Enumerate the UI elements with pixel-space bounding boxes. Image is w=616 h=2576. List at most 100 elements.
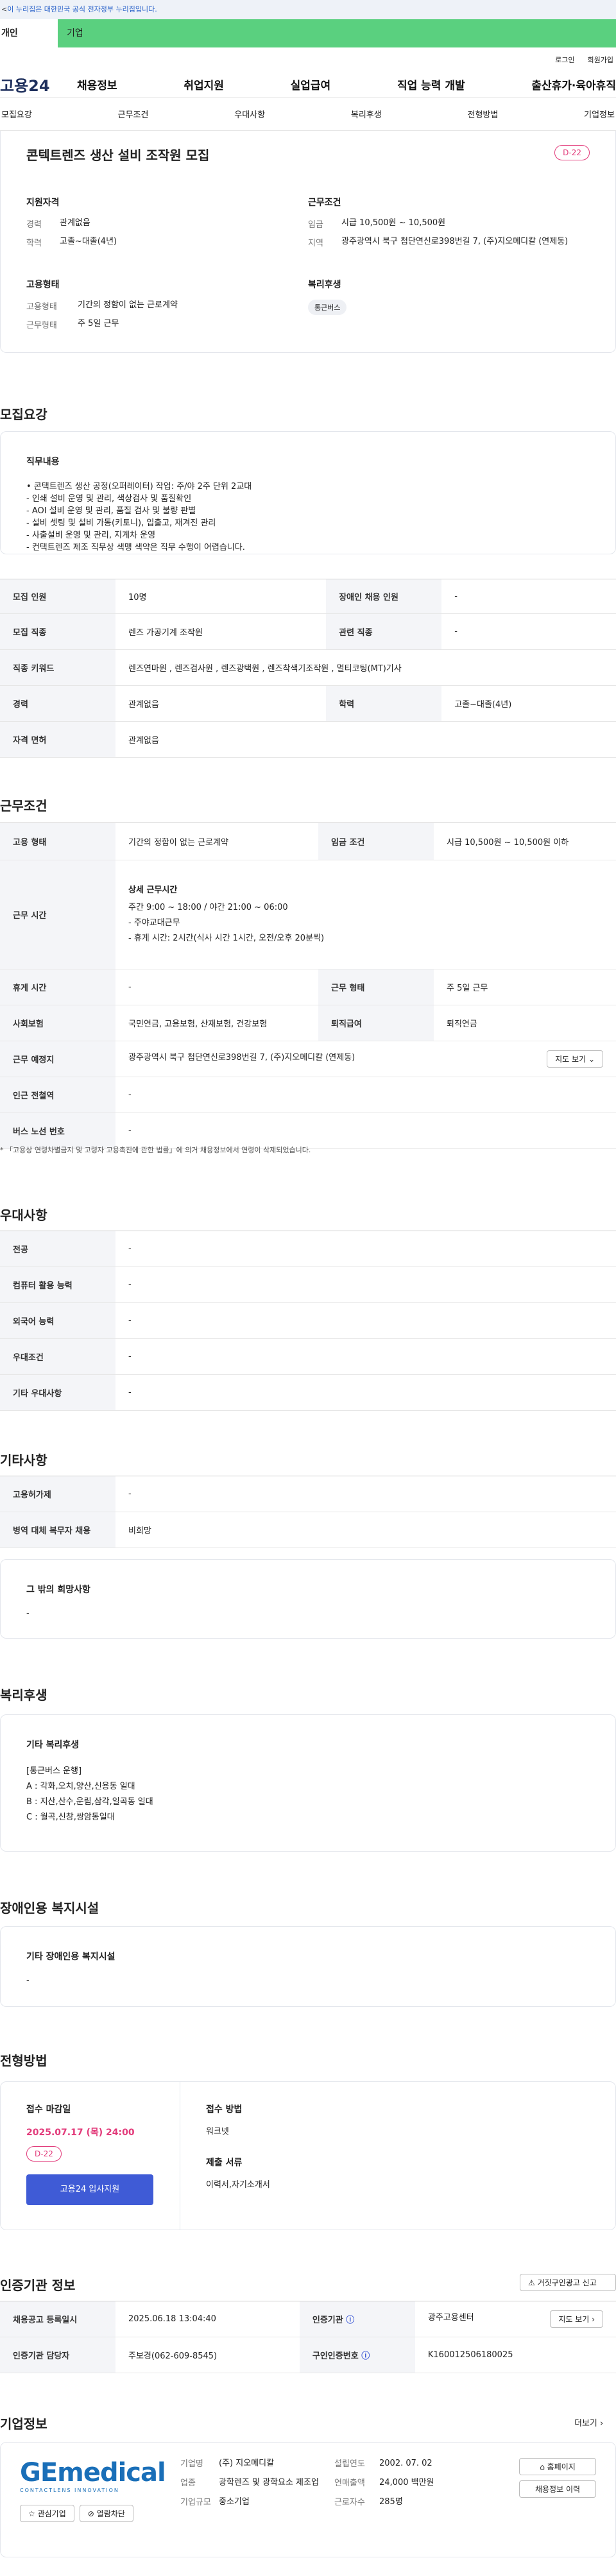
emp-title: 고용형태: [26, 280, 60, 290]
block-label: 열람차단: [96, 2509, 125, 2518]
cell-value: 2025.06.18 13:04:40: [116, 2301, 300, 2337]
cell-value: 렌즈 가공기계 조작원: [116, 613, 327, 650]
table-row: 전공 -: [0, 1231, 616, 1267]
cell-label: 근무 예정지: [0, 1041, 116, 1077]
cell-value: 기간의 정함이 없는 근로계약: [116, 823, 319, 860]
benefit-heading: 복리후생: [0, 1687, 47, 1703]
cell-value: 주보경(062-609-8545): [116, 2337, 300, 2373]
deadline-date: 2025.07.17 (목) 24:00: [26, 2128, 135, 2138]
list-item: A : 각화,오치,양산,신용동 일대: [26, 1782, 135, 1791]
gnb-jobs[interactable]: 채용정보: [77, 76, 117, 92]
company-info-col2: 설립연도 2002. 07. 02 연매출액 24,000 백만원 근로자수 285명: [334, 2458, 482, 2541]
work-table: 고용 형태 기간의 정함이 없는 근로계약 임금 조건 시급 10,500원 ~ 10…: [0, 823, 616, 1149]
label: 근무형태: [26, 321, 57, 330]
cell-value: -: [116, 1077, 616, 1113]
job-history-button[interactable]: 채용정보 이력: [519, 2480, 596, 2498]
duty-card: 직무내용 • 콘택트렌즈 생산 공정(오퍼레이터) 작업: 주/야 2주 단위 …: [0, 431, 616, 554]
company-heading: 기업정보: [0, 2416, 47, 2432]
gov-prefix: <: [1, 5, 8, 13]
cell-value: -: [116, 969, 319, 1005]
other-wish-value: -: [26, 1608, 30, 1618]
label: 업종: [180, 2478, 196, 2488]
cell-value: K160012506180025: [415, 2337, 616, 2373]
tab-personal[interactable]: 개인: [0, 19, 58, 47]
list-item: B : 지산,산수,운림,삼각,일곡동 일대: [26, 1797, 153, 1807]
disab-value: -: [26, 1975, 30, 1985]
signup-link[interactable]: 회원가입: [588, 55, 613, 65]
homepage-button[interactable]: ⌂ 홈페이지: [519, 2458, 596, 2475]
cell-label: 휴게 시간: [0, 969, 116, 1005]
cell-label: 컴퓨터 활용 능력: [0, 1267, 116, 1303]
gnb-unemployment-benefit[interactable]: 실업급여: [291, 76, 331, 92]
label: 설립연도: [334, 2459, 365, 2469]
hours-line: 주간 9:00 ~ 18:00 / 야간 21:00 ~ 06:00: [128, 903, 288, 912]
cell-label: 병역 대체 복무자 채용: [0, 1512, 116, 1548]
table-row: 근무 예정지 광주광역시 북구 첨단연신로398번길 7, (주)지오메디칼 (연…: [0, 1041, 616, 1077]
hours-title: 상세 근무시간: [128, 885, 178, 895]
value: 285명: [379, 2497, 403, 2507]
cell-value: -: [116, 1302, 616, 1339]
value: 기간의 정함이 없는 근로계약: [78, 300, 178, 310]
block-button[interactable]: ⊘ 열람차단: [79, 2505, 133, 2522]
cert-no-label: 구인인증번호 ⓘ: [299, 2337, 415, 2373]
table-row: 휴게 시간 - 근무 형태 주 5일 근무: [0, 969, 616, 1005]
label: 기업명: [180, 2459, 203, 2469]
qual-title: 지원자격: [26, 198, 60, 208]
list-item: C : 월곡,신창,쌍암동일대: [26, 1813, 115, 1822]
apply-button[interactable]: 고용24 입사지원: [26, 2174, 153, 2205]
cell-value: -: [441, 579, 616, 614]
hours-line: - 휴게 시간: 2시간(식사 시간 1시간, 오전/오후 20분씩): [128, 934, 325, 943]
method-block: 접수 방법 워크넷 제출 서류 이력서,자기소개서: [180, 2082, 296, 2230]
cell-label: 모집 인원: [0, 579, 116, 614]
map-button-label: 지도 보기: [555, 1055, 586, 1064]
company-more-link[interactable]: 더보기 ›: [574, 2416, 613, 2428]
label: 고용형태: [26, 302, 57, 312]
report-button[interactable]: ⚠ 거짓구인광고 신고: [520, 2274, 616, 2291]
cell-label: 학력: [326, 685, 442, 722]
cell-value: -: [116, 1113, 616, 1149]
anchor-selection[interactable]: 전형방법: [468, 108, 499, 120]
list-item: • 콘택트렌즈 생산 공정(오퍼레이터) 작업: 주/야 2주 단위 2교대: [26, 482, 252, 491]
map-button[interactable]: 지도 보기 ⌄: [547, 1050, 603, 1068]
value: 광주광역시 북구 첨단연신로398번길 7, (주)지오메디칼 (연제동): [341, 237, 569, 246]
value: 관계없음: [60, 218, 90, 228]
cell-label: 자격 면허: [0, 721, 116, 758]
cell-label: 인근 전철역: [0, 1077, 116, 1113]
login-link[interactable]: 로그인: [555, 55, 574, 65]
gnb-job-training[interactable]: 직업 능력 개발: [397, 76, 465, 92]
anchor-recruit[interactable]: 모집요강: [1, 108, 32, 120]
chevron-right-icon: ›: [592, 2315, 595, 2324]
info-icon[interactable]: ⓘ: [361, 2351, 370, 2361]
value: 2002. 07. 02: [379, 2459, 432, 2468]
anchor-pref[interactable]: 우대사항: [234, 108, 265, 120]
gnb-parental-leave[interactable]: 출산휴가·육아휴직: [531, 76, 616, 92]
welfare-title: 복리후생: [308, 280, 341, 290]
anchor-benefit[interactable]: 복리후생: [351, 108, 382, 120]
section-anchor-nav: 모집요강 근무조건 우대사항 복리후생 전형방법 기업정보: [0, 98, 616, 131]
favorite-button[interactable]: ☆ 관심기업: [20, 2505, 74, 2522]
global-nav: 고용24 채용정보 취업지원 실업급여 직업 능력 개발 출산휴가·육아휴직: [0, 72, 616, 98]
anchor-company[interactable]: 기업정보: [584, 108, 615, 120]
logo-tagline: CONTACTLENS INNOVATION: [20, 2487, 119, 2493]
agency-map-button[interactable]: 지도 보기 ›: [550, 2310, 603, 2328]
gnb-employment-support[interactable]: 취업지원: [184, 76, 224, 92]
company-actions: ⌂ 홈페이지 채용정보 이력: [482, 2458, 596, 2541]
value: 주 5일 근무: [78, 319, 119, 328]
value: 광학렌즈 및 광학요소 제조업: [219, 2478, 319, 2487]
job-title: 콘텍트렌즈 생산 설비 조작원 모집: [26, 148, 210, 163]
tab-business[interactable]: 기업: [58, 19, 616, 47]
gov-banner: <이 누리집은 대한민국 공식 전자정부 누리집입니다.: [0, 0, 616, 19]
cell-label: 전공: [0, 1231, 116, 1267]
cell-value: 비희망: [116, 1512, 616, 1548]
docs-label: 제출 서류: [206, 2158, 243, 2168]
list-item: [통근버스 운행]: [26, 1766, 82, 1776]
table-row: 병역 대체 복무자 채용 비희망: [0, 1512, 616, 1548]
cell-label: 고용허가제: [0, 1476, 116, 1512]
info-icon[interactable]: ⓘ: [346, 2316, 354, 2325]
other-wish-title: 그 밖의 희망사항: [26, 1585, 90, 1595]
cell-value: -: [116, 1267, 616, 1303]
anchor-work[interactable]: 근무조건: [118, 108, 149, 120]
table-row: 컴퓨터 활용 능력 -: [0, 1267, 616, 1303]
site-logo[interactable]: 고용24: [0, 73, 77, 96]
dday-badge: D-22: [554, 145, 590, 160]
